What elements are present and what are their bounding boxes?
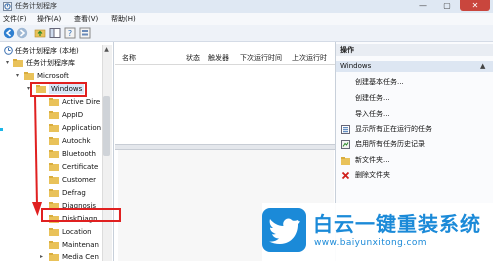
folder-icon: [49, 253, 59, 261]
folder-icon: [49, 189, 59, 197]
history-icon: [341, 140, 350, 149]
menu-help[interactable]: 帮助(H): [111, 14, 136, 24]
bird-icon: [269, 218, 300, 244]
back-icon[interactable]: [3, 27, 15, 39]
column-triggers[interactable]: 触发器: [208, 54, 229, 63]
menu-view[interactable]: 查看(V): [74, 14, 98, 24]
folder-icon: [49, 111, 59, 119]
run-list-icon: [341, 125, 350, 134]
console-tree-icon[interactable]: [49, 27, 61, 39]
scheduler-root-icon: [4, 46, 13, 55]
up-folder-icon[interactable]: [34, 27, 46, 39]
column-status[interactable]: 状态: [186, 54, 200, 63]
annotation-arrow-icon: [32, 95, 42, 216]
action-enable-history[interactable]: 启用所有任务历史记录: [355, 139, 425, 150]
tree-item-bluetooth[interactable]: Bluetooth: [62, 149, 96, 159]
action-show-running-tasks[interactable]: 显示所有正在运行的任务: [355, 124, 432, 135]
folder-icon: [49, 228, 59, 236]
tree-item-certificate[interactable]: Certificate: [62, 162, 98, 172]
action-create-task[interactable]: 创建任务...: [355, 93, 390, 104]
column-last-run[interactable]: 上次运行时: [292, 54, 334, 63]
action-new-folder[interactable]: 新文件夹...: [355, 155, 390, 166]
collapse-arrow-icon[interactable]: ▲: [480, 61, 485, 72]
folder-icon: [49, 241, 59, 249]
task-scheduler-icon: [3, 2, 12, 11]
close-button[interactable]: ✕: [460, 0, 490, 11]
tree-item-location[interactable]: Location: [62, 227, 92, 237]
highlight-diskdiagnostic: [41, 208, 121, 222]
help-icon[interactable]: ?: [64, 27, 76, 39]
menu-action[interactable]: 操作(A): [37, 14, 61, 24]
action-delete-folder[interactable]: 删除文件夹: [355, 170, 390, 181]
folder-icon: [49, 124, 59, 132]
tree-library[interactable]: 任务计划程序库: [26, 58, 75, 68]
new-folder-icon: [341, 157, 350, 165]
menu-file[interactable]: 文件(F): [3, 14, 27, 24]
action-import-task[interactable]: 导入任务...: [355, 109, 390, 120]
expand-library-icon[interactable]: ▾: [6, 58, 9, 68]
tree-item-defrag[interactable]: Defrag: [62, 188, 86, 198]
tree-item-customer[interactable]: Customer: [62, 175, 96, 185]
tree-microsoft[interactable]: Microsoft: [37, 71, 69, 81]
tree-item-appid[interactable]: AppID: [62, 110, 83, 120]
window-title: 任务计划程序: [15, 2, 57, 10]
actions-section-label: Windows: [340, 62, 372, 70]
tree-item-autochk[interactable]: Autochk: [62, 136, 91, 146]
delete-x-icon: [341, 171, 350, 180]
actions-title: 操作: [340, 46, 354, 54]
maximize-button[interactable]: ▢: [436, 0, 458, 11]
watermark-title: 白云一键重装系统: [313, 212, 481, 236]
watermark-logo: [262, 208, 306, 252]
expand-microsoft-icon[interactable]: ▾: [16, 71, 19, 81]
tree-root[interactable]: 任务计划程序 (本地): [15, 46, 79, 56]
tree-item-active-directory[interactable]: Active Dire: [62, 97, 100, 107]
svg-text:?: ?: [68, 29, 72, 38]
minimize-button[interactable]: —: [412, 0, 434, 11]
properties-icon[interactable]: [79, 27, 91, 39]
folder-icon: [49, 150, 59, 158]
folder-icon: [49, 163, 59, 171]
tree-item-maintenance[interactable]: Maintenan: [62, 240, 99, 250]
folder-icon: [49, 98, 59, 106]
scroll-thumb[interactable]: [103, 96, 110, 156]
edge-marker: [0, 128, 3, 131]
tree-item-application[interactable]: Application: [62, 123, 101, 133]
folder-icon: [49, 176, 59, 184]
microsoft-folder-icon: [24, 72, 34, 80]
scroll-up-icon[interactable]: ▲: [102, 45, 111, 54]
column-next-run[interactable]: 下次运行时间: [240, 54, 282, 63]
folder-icon: [49, 137, 59, 145]
watermark-url: www.baiyunxitong.com: [314, 238, 427, 248]
actions-header: [336, 44, 493, 56]
column-name[interactable]: 名称: [122, 54, 136, 63]
action-create-basic-task[interactable]: 创建基本任务...: [355, 77, 404, 88]
library-folder-icon: [13, 59, 23, 67]
forward-icon[interactable]: [16, 27, 28, 39]
